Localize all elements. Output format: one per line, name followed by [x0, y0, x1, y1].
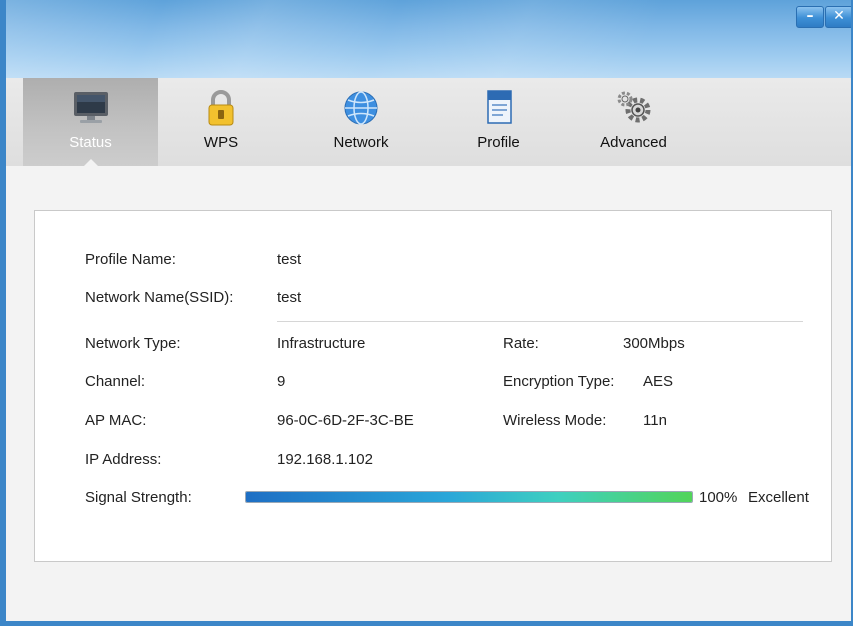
signal-quality: Excellent: [748, 489, 809, 506]
gears-icon: [617, 91, 650, 123]
close-button[interactable]: ✕: [825, 6, 851, 28]
profile-document-icon: [486, 90, 512, 124]
wireless-mode-label: Wireless Mode:: [503, 412, 607, 429]
encryption-type-value: AES: [643, 373, 674, 390]
tab-label: Status: [69, 134, 112, 151]
rate-value: 300Mbps: [623, 335, 685, 352]
encryption-type-label: Encryption Type:: [503, 373, 615, 390]
signal-strength-fill: [246, 492, 692, 502]
globe-icon: [344, 91, 378, 125]
status-panel: Profile Name: test Network Name(SSID): t…: [34, 210, 832, 562]
ip-address-value: 192.168.1.102: [277, 451, 373, 468]
tab-profile[interactable]: Profile: [456, 78, 541, 166]
tab-advanced[interactable]: Advanced: [576, 78, 691, 166]
tab-label: Network: [333, 134, 389, 151]
ap-mac-value: 96-0C-6D-2F-3C-BE: [277, 412, 414, 429]
utility-window: – ✕ Status WPS Network Profile Advanced …: [0, 0, 853, 626]
padlock-icon: [208, 90, 234, 126]
separator-line: [277, 321, 803, 322]
title-bar: – ✕: [6, 0, 851, 78]
channel-value: 9: [277, 373, 286, 390]
signal-percent: 100%: [699, 489, 738, 506]
tab-bar: Status WPS Network Profile Advanced: [6, 78, 851, 167]
profile-name-label: Profile Name:: [85, 251, 176, 268]
monitor-icon: [73, 92, 108, 123]
signal-strength-bar: [245, 491, 693, 503]
rate-label: Rate:: [503, 335, 539, 352]
ip-address-label: IP Address:: [85, 451, 162, 468]
minimize-button[interactable]: –: [796, 6, 824, 28]
wireless-mode-value: 11n: [643, 412, 667, 429]
ssid-label: Network Name(SSID):: [85, 289, 234, 306]
tab-network[interactable]: Network: [306, 78, 416, 166]
signal-strength-label: Signal Strength:: [85, 489, 192, 506]
profile-name-value: test: [277, 251, 302, 268]
network-type-label: Network Type:: [85, 335, 181, 352]
tab-label: WPS: [203, 134, 239, 151]
tab-wps[interactable]: WPS: [176, 78, 266, 166]
channel-label: Channel:: [85, 373, 146, 390]
ssid-value: test: [277, 289, 302, 306]
network-type-value: Infrastructure: [277, 335, 366, 352]
tab-status[interactable]: Status: [23, 78, 158, 167]
ap-mac-label: AP MAC:: [85, 412, 147, 429]
tab-label: Profile: [477, 134, 520, 151]
tab-label: Advanced: [600, 134, 667, 151]
